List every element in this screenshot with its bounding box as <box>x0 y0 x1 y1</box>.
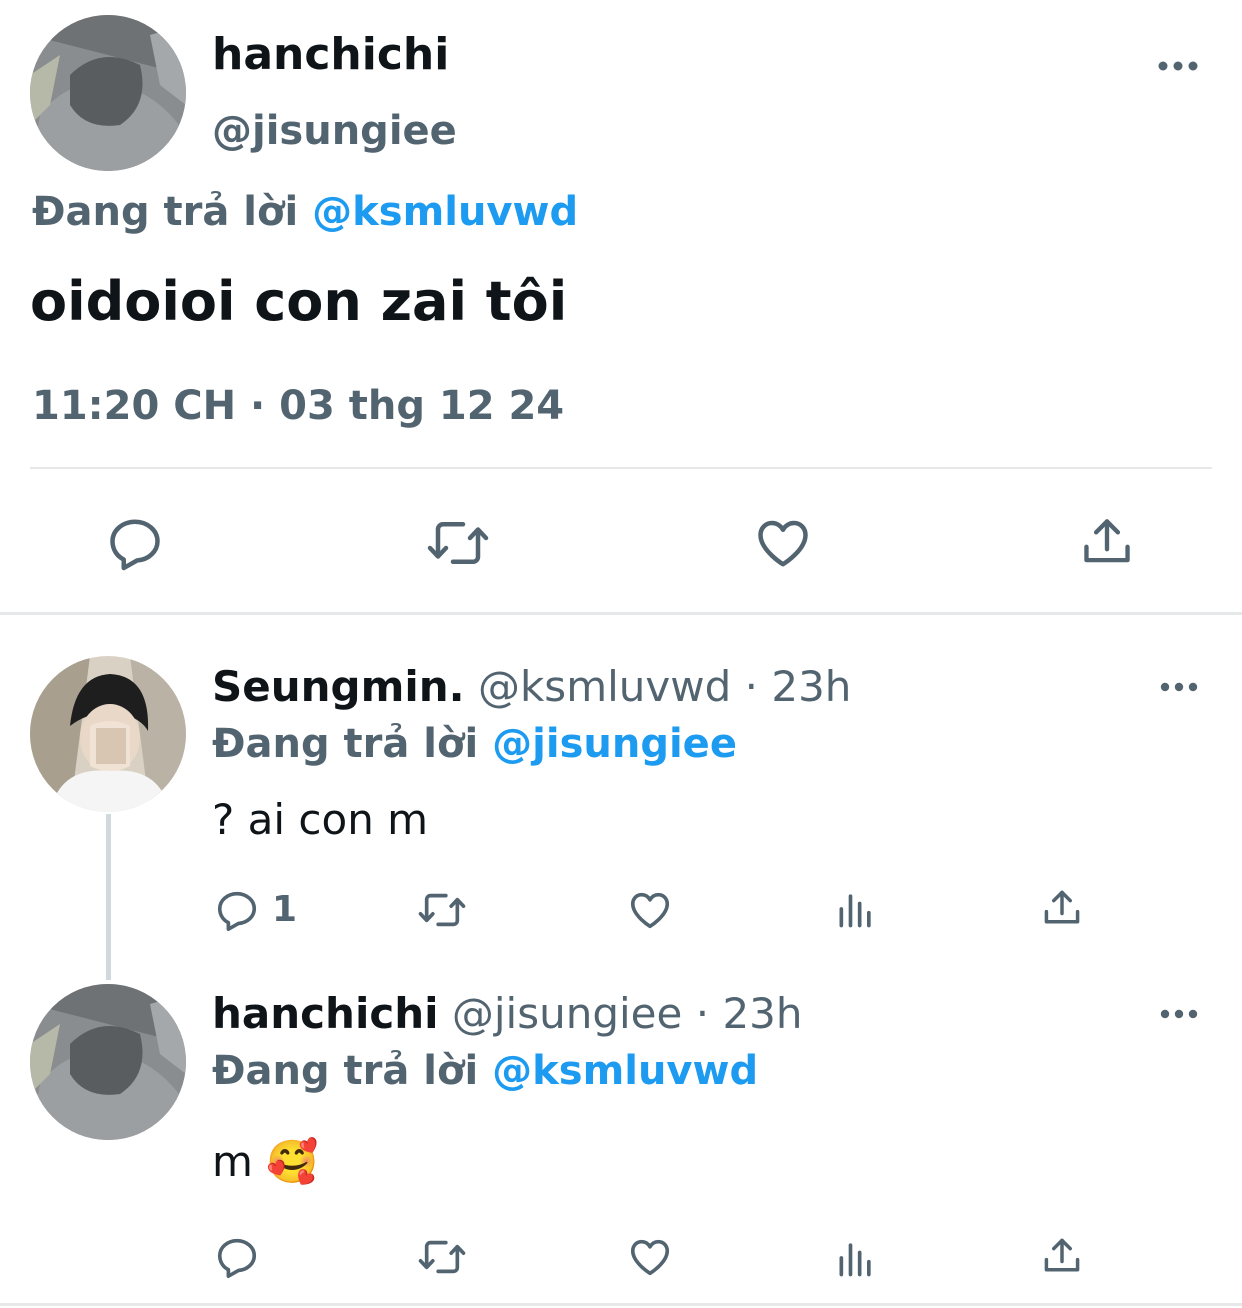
smiling-face-with-hearts-emoji: 🥰 <box>266 1137 319 1186</box>
views-icon[interactable] <box>834 1236 878 1280</box>
divider <box>30 467 1212 469</box>
avatar[interactable] <box>30 15 186 171</box>
retweet-icon[interactable] <box>416 1234 468 1280</box>
time[interactable]: 23h <box>722 989 802 1038</box>
display-name[interactable]: Seungmin. <box>212 662 465 711</box>
replying-to-handle[interactable]: @ksmluvwd <box>312 189 578 235</box>
tweet-text: ? ai con m <box>212 795 429 844</box>
more-options-icon[interactable] <box>1160 679 1198 698</box>
reply-header: Seungmin. @ksmluvwd · 23h <box>212 659 851 715</box>
reply-icon[interactable] <box>214 1234 260 1280</box>
avatar[interactable] <box>30 984 186 1140</box>
replying-to-handle[interactable]: @ksmluvwd <box>492 1048 758 1094</box>
replying-to: Đang trả lời @ksmluvwd <box>212 1043 758 1099</box>
tweet-text: m <box>212 1137 253 1186</box>
reply-icon[interactable] <box>214 887 260 933</box>
replying-to: Đang trả lời @jisungiee <box>212 716 737 772</box>
more-options-icon[interactable] <box>1160 1006 1198 1025</box>
like-icon[interactable] <box>626 887 674 933</box>
reply-icon[interactable] <box>105 513 165 573</box>
handle[interactable]: @ksmluvwd <box>478 662 731 711</box>
share-icon[interactable] <box>1040 1234 1084 1278</box>
handle[interactable]: @jisungiee <box>212 103 457 159</box>
replying-to-label: Đang trả lời <box>212 721 479 767</box>
share-icon[interactable] <box>1078 513 1136 571</box>
replying-to: Đang trả lời @ksmluvwd <box>32 184 578 240</box>
share-icon[interactable] <box>1040 886 1084 930</box>
retweet-icon[interactable] <box>425 513 491 573</box>
reply-count: 1 <box>272 889 298 930</box>
more-options-icon[interactable] <box>1158 58 1198 77</box>
tweet-text-row: m 🥰 <box>212 1134 319 1190</box>
handle[interactable]: @jisungiee <box>452 989 682 1038</box>
section-divider <box>0 612 1242 615</box>
separator: · <box>695 989 710 1038</box>
avatar[interactable] <box>30 656 186 812</box>
display-name[interactable]: hanchichi <box>212 989 439 1038</box>
reply-header: hanchichi @jisungiee · 23h <box>212 986 803 1042</box>
replying-to-handle[interactable]: @jisungiee <box>492 721 737 767</box>
like-icon[interactable] <box>752 513 814 573</box>
tweet-text: oidoioi con zai tôi <box>30 270 568 333</box>
time[interactable]: 23h <box>771 662 851 711</box>
like-icon[interactable] <box>626 1234 674 1280</box>
timestamp[interactable]: 11:20 CH · 03 thg 12 24 <box>32 378 564 434</box>
separator: · <box>744 662 758 711</box>
views-icon[interactable] <box>834 887 878 931</box>
bottom-divider <box>0 1303 1242 1306</box>
display-name[interactable]: hanchichi <box>212 26 449 84</box>
replying-to-label: Đang trả lời <box>212 1048 479 1094</box>
thread-line <box>106 814 111 980</box>
replying-to-label: Đang trả lời <box>32 189 299 235</box>
retweet-icon[interactable] <box>416 887 468 933</box>
